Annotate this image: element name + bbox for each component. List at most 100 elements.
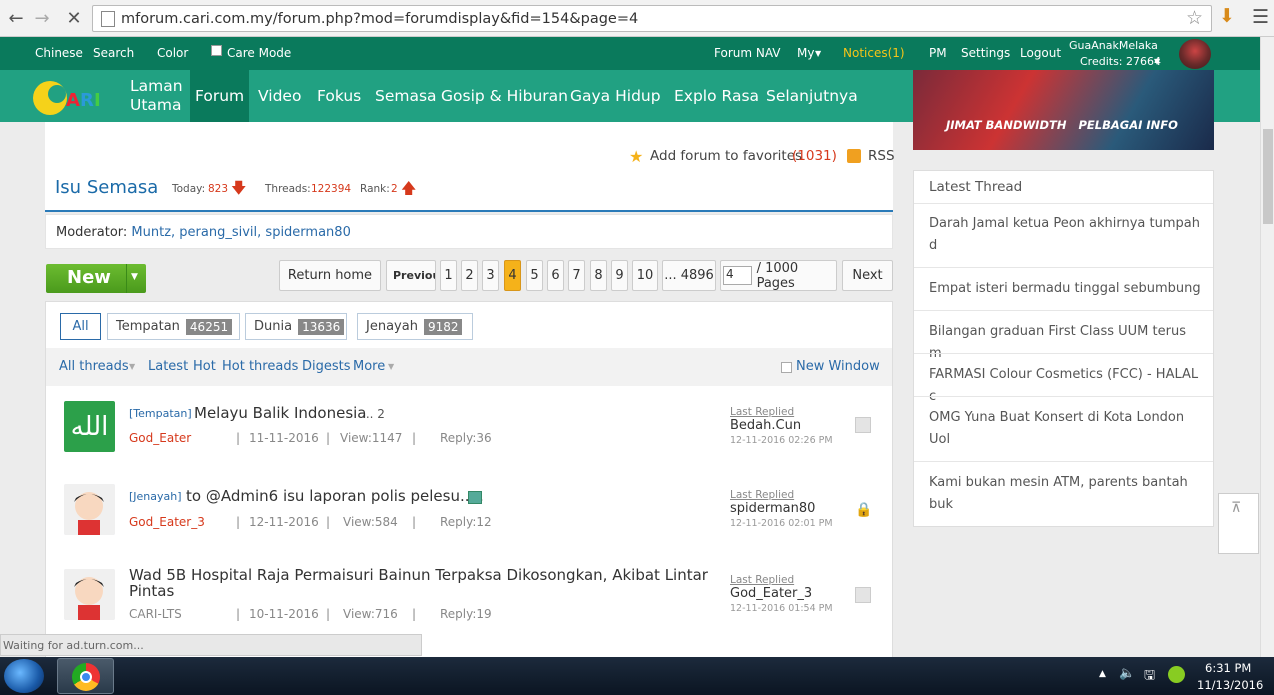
thread-author[interactable]: God_Eater_3 <box>129 515 205 529</box>
thread-tag[interactable]: [Jenayah] <box>129 490 182 503</box>
moderator-list[interactable]: Muntz, perang_sivil, spiderman80 <box>131 225 350 240</box>
latest-thread-item[interactable]: Kami bukan mesin ATM, parents bantah buk <box>929 472 1201 516</box>
thread-title[interactable]: to @Admin6 isu laporan polis pelesu..... <box>186 487 484 505</box>
volume-icon[interactable]: 🔈 <box>1119 666 1135 681</box>
last-replied-label[interactable]: Last Replied <box>730 489 794 501</box>
my-menu[interactable]: My <box>797 46 814 60</box>
nav-gaya-hidup[interactable]: Gaya Hidup <box>570 70 661 122</box>
next-button[interactable]: Next <box>842 260 893 291</box>
page-7[interactable]: 7 <box>568 260 585 291</box>
thread-title[interactable]: Wad 5B Hospital Raja Permaisuri Bainun T… <box>129 566 708 584</box>
thread-author[interactable]: CARI-LTS <box>129 607 182 621</box>
hot-filter[interactable]: Hot <box>193 359 216 374</box>
logout-link[interactable]: Logout <box>1020 46 1061 60</box>
chevron-down-icon[interactable]: ▼ <box>131 272 138 282</box>
nav-selanjutnya[interactable]: Selanjutnya <box>766 70 858 122</box>
nav-fokus[interactable]: Fokus <box>317 70 361 122</box>
digests-filter[interactable]: Digests <box>302 359 351 374</box>
page-5[interactable]: 5 <box>526 260 543 291</box>
nav-gosip[interactable]: Gosip & Hiburan <box>441 70 568 122</box>
page-last[interactable]: ... 4896 <box>662 260 716 291</box>
tab-tempatan[interactable]: Tempatan 46251 <box>107 313 240 340</box>
menu-icon[interactable]: ☰ <box>1252 6 1269 28</box>
ad-banner[interactable]: JIMAT BANDWIDTH PELBAGAI INFO <box>913 70 1214 150</box>
download-icon[interactable]: ⬇ <box>1219 5 1235 27</box>
care-mode-checkbox[interactable] <box>211 45 222 56</box>
clock-date[interactable]: 11/13/2016 <box>1197 678 1263 692</box>
nav-explo-rasa[interactable]: Explo Rasa <box>674 70 759 122</box>
latest-thread-item[interactable]: Bilangan graduan First Class UUM terus m <box>929 321 1201 365</box>
latest-thread-item[interactable]: Empat isteri bermadu tinggal sebumbung <box>929 278 1201 300</box>
rss-link[interactable]: RSS <box>868 148 895 164</box>
new-thread-button[interactable]: New ▼ <box>46 264 146 293</box>
notices-link[interactable]: Notices(1) <box>843 46 905 60</box>
scrollbar-thumb[interactable] <box>1263 129 1273 224</box>
last-reply-user[interactable]: Bedah.Cun <box>730 418 801 433</box>
previous-button[interactable]: Previous <box>386 260 436 291</box>
nav-laman-utama[interactable]: Laman Utama <box>130 70 183 122</box>
page-4-current[interactable]: 4 <box>504 260 521 291</box>
pm-link[interactable]: PM <box>929 46 947 60</box>
address-bar[interactable]: mforum.cari.com.my/forum.php?mod=forumdi… <box>92 5 1212 32</box>
latest-filter[interactable]: Latest <box>148 359 188 374</box>
page-9[interactable]: 9 <box>611 260 628 291</box>
thread-title-cont[interactable]: Pintas <box>129 582 174 600</box>
last-reply-user[interactable]: spiderman80 <box>730 501 815 516</box>
chinese-link[interactable]: Chinese <box>35 46 83 60</box>
more-filter[interactable]: More <box>353 359 385 374</box>
tab-jenayah[interactable]: Jenayah 9182 <box>357 313 473 340</box>
cari-logo[interactable]: A R I <box>30 74 112 118</box>
avatar[interactable] <box>1179 39 1211 69</box>
back-to-top-button[interactable]: ⊼ <box>1218 493 1259 554</box>
last-replied-label[interactable]: Last Replied <box>730 406 794 418</box>
tab-dunia[interactable]: Dunia 13636 <box>245 313 347 340</box>
return-home-button[interactable]: Return home <box>279 260 381 291</box>
nav-semasa[interactable]: Semasa <box>375 70 437 122</box>
taskbar-chrome[interactable] <box>57 658 114 694</box>
new-window-checkbox[interactable] <box>781 362 792 373</box>
thread-tag[interactable]: [Tempatan] <box>129 407 192 420</box>
search-link[interactable]: Search <box>93 46 134 60</box>
nav-video[interactable]: Video <box>258 70 301 122</box>
thread-title[interactable]: Melayu Balik Indonesia <box>194 404 367 422</box>
page-input[interactable]: 4 <box>723 266 752 285</box>
all-threads-filter[interactable]: All threads <box>59 359 129 374</box>
last-replied-label[interactable]: Last Replied <box>730 574 794 586</box>
back-icon[interactable]: ← <box>4 6 28 30</box>
avatar[interactable] <box>64 484 115 535</box>
clock-time[interactable]: 6:31 PM <box>1205 661 1251 675</box>
page-8[interactable]: 8 <box>590 260 607 291</box>
tray-app-icon[interactable] <box>1168 666 1185 683</box>
last-reply-user[interactable]: God_Eater_3 <box>730 586 812 601</box>
tray-arrow-icon[interactable]: ▲ <box>1099 669 1106 679</box>
latest-thread-item[interactable]: OMG Yuna Buat Konsert di Kota London Uol <box>929 407 1201 451</box>
page-10[interactable]: 10 <box>632 260 658 291</box>
thread-pages[interactable]: ... 2 <box>362 407 385 421</box>
start-button[interactable] <box>4 659 44 693</box>
latest-thread-item[interactable]: FARMASI Colour Cosmetics (FCC) - HALAL c <box>929 364 1201 408</box>
avatar[interactable]: الله <box>64 401 115 452</box>
scrollbar[interactable] <box>1260 37 1274 657</box>
settings-link[interactable]: Settings <box>961 46 1010 60</box>
bookmark-star-icon[interactable]: ☆ <box>1186 7 1203 29</box>
color-link[interactable]: Color <box>157 46 188 60</box>
hot-threads-filter[interactable]: Hot threads <box>222 359 298 374</box>
credits[interactable]: Credits: 27664 <box>1080 55 1161 68</box>
latest-thread-item[interactable]: Darah Jamal ketua Peon akhirnya tumpah d <box>929 213 1201 257</box>
tab-all[interactable]: All <box>60 313 101 340</box>
stop-icon[interactable]: ✕ <box>62 6 86 30</box>
avatar[interactable] <box>64 569 115 620</box>
chevron-down-icon: ▼ <box>815 49 822 58</box>
page-3[interactable]: 3 <box>482 260 499 291</box>
page-2[interactable]: 2 <box>461 260 478 291</box>
forward-icon[interactable]: → <box>30 6 54 30</box>
network-icon[interactable]: 🖫 <box>1144 666 1155 688</box>
page-1[interactable]: 1 <box>440 260 457 291</box>
username[interactable]: GuaAnakMelaka <box>1069 39 1158 52</box>
nav-forum[interactable]: Forum <box>190 70 249 122</box>
thread-author[interactable]: God_Eater <box>129 431 191 445</box>
add-favorites-link[interactable]: Add forum to favorites <box>650 148 802 164</box>
rss-icon[interactable] <box>847 149 861 163</box>
forum-nav-link[interactable]: Forum NAV <box>714 46 781 60</box>
page-6[interactable]: 6 <box>547 260 564 291</box>
